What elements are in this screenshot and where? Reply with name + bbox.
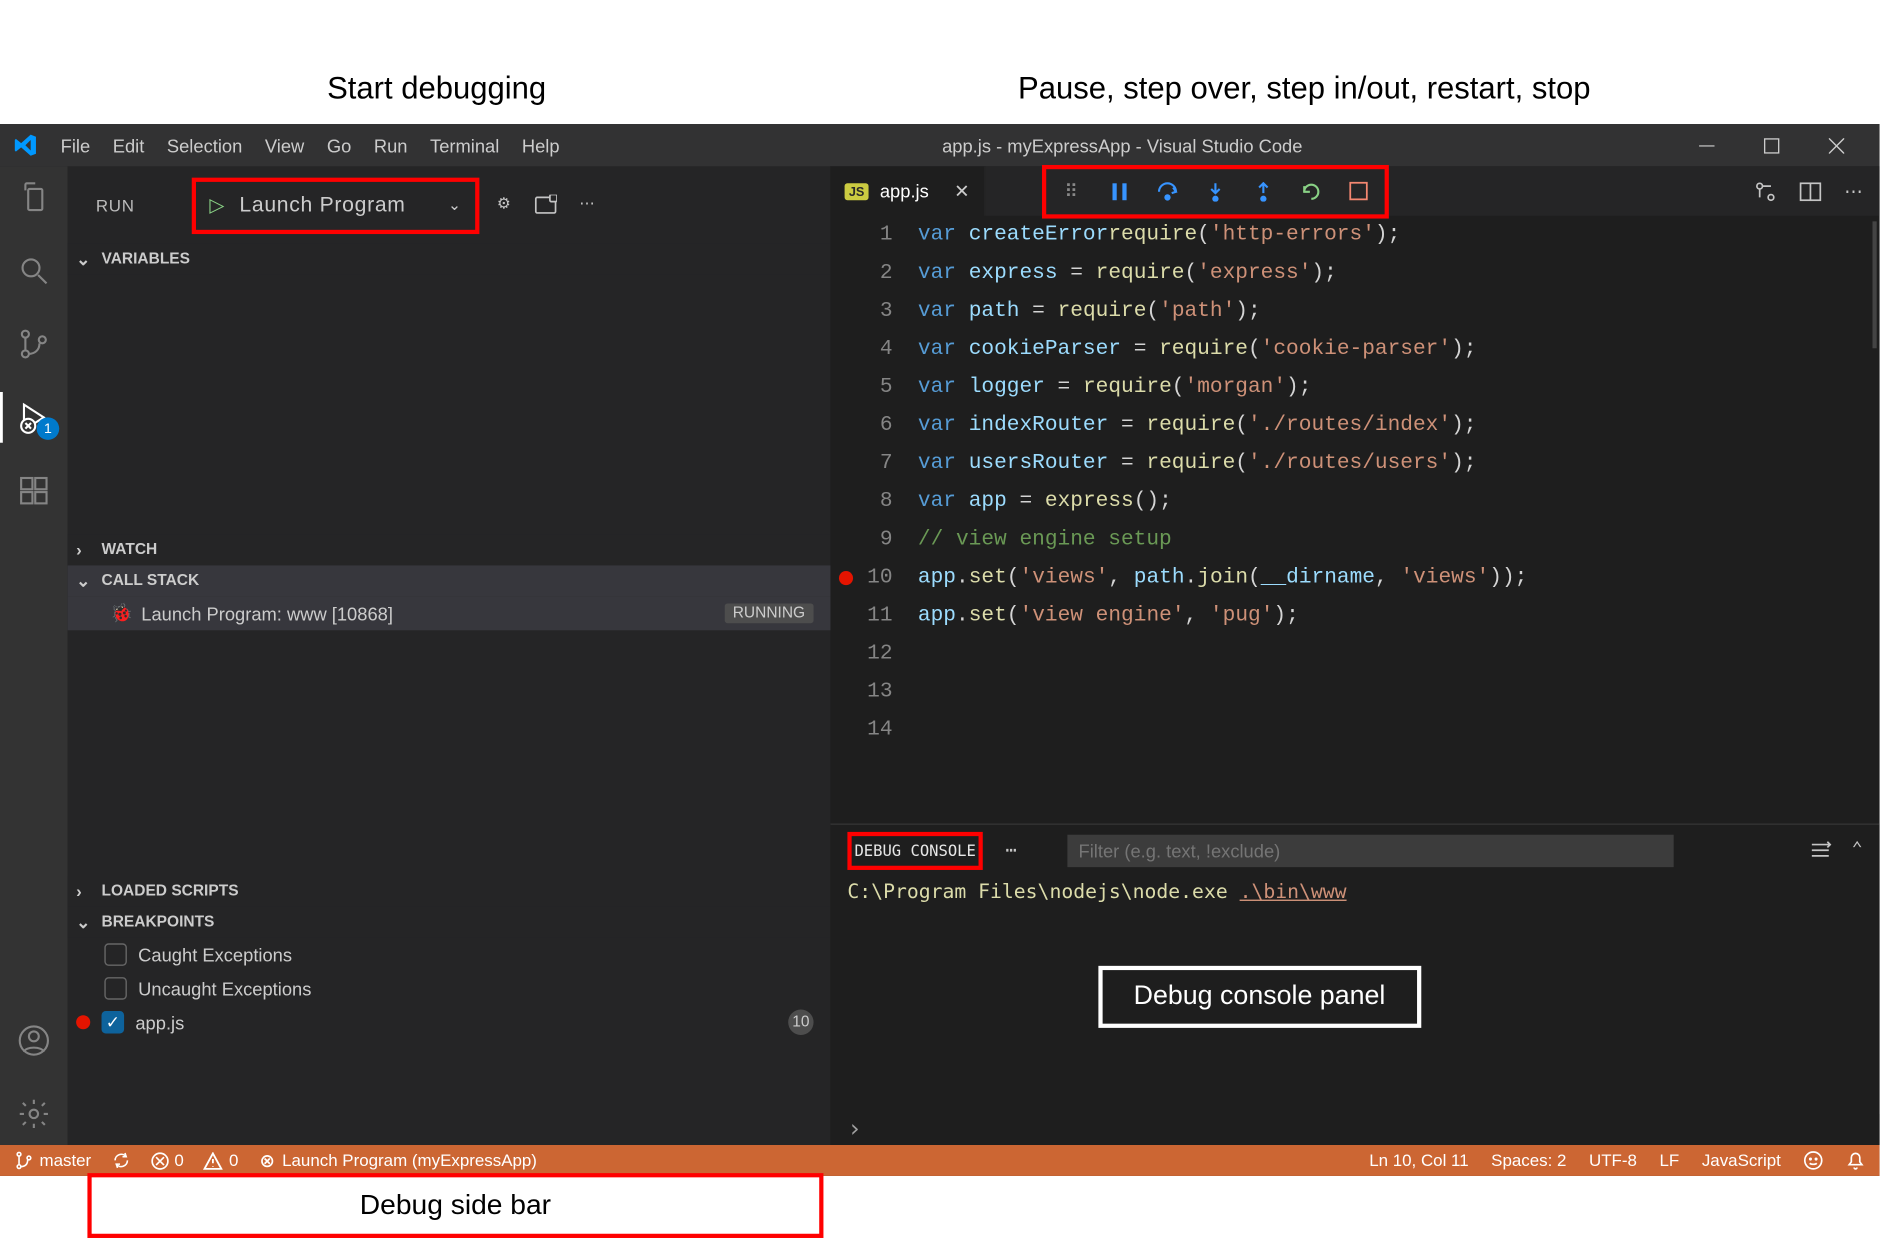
debug-console-icon[interactable] [534, 194, 557, 217]
sidebar-title: RUN [96, 195, 135, 215]
status-sync[interactable] [111, 1151, 131, 1171]
callstack-status: RUNNING [724, 603, 813, 623]
pause-icon[interactable] [1108, 180, 1131, 203]
tab-appjs[interactable]: JS app.js ✕ [830, 166, 985, 215]
clear-console-icon[interactable] [1809, 839, 1832, 862]
debug-badge: 1 [37, 417, 60, 440]
debug-console-panel: DEBUG CONSOLE ⋯ ⌃ C:\Program Files\nodej… [830, 823, 1879, 1144]
checkbox-checked-icon[interactable]: ✓ [102, 1011, 125, 1034]
menu-file[interactable]: File [49, 135, 101, 156]
debug-toolbar: ⠿ [1041, 164, 1388, 218]
bug-icon: 🐞 [110, 602, 133, 625]
menu-run[interactable]: Run [363, 135, 419, 156]
stop-icon[interactable] [1347, 180, 1370, 203]
run-sidebar: RUN ▷ Launch Program ⌄ ⚙ ⋯ ⌄VARIABLES ›W… [68, 166, 831, 1145]
status-line-col[interactable]: Ln 10, Col 11 [1369, 1151, 1468, 1171]
breakpoint-dot-icon[interactable] [839, 571, 853, 585]
launch-config-selector[interactable]: ▷ Launch Program ⌄ [191, 177, 480, 233]
statusbar: master 0 0 Launch Program (myExpressApp)… [0, 1145, 1880, 1176]
collapse-panel-icon[interactable]: ⌃ [1852, 839, 1863, 862]
status-branch[interactable]: master [14, 1151, 91, 1171]
split-editor-icon[interactable] [1799, 180, 1822, 203]
vscode-logo-icon [0, 133, 49, 158]
more-actions-icon[interactable]: ⋯ [1844, 180, 1862, 203]
breadcrumb-caret[interactable]: › [830, 1114, 1879, 1145]
more-icon[interactable]: ⋯ [579, 194, 595, 217]
menu-selection[interactable]: Selection [156, 135, 254, 156]
annotation-box-debug-sidebar: Debug side bar [87, 1173, 823, 1238]
menu-edit[interactable]: Edit [101, 135, 155, 156]
activity-bar: 1 [0, 166, 68, 1145]
js-file-icon: JS [845, 183, 869, 200]
bp-line-badge: 10 [788, 1010, 813, 1035]
minimize-button[interactable] [1674, 124, 1739, 166]
menu-terminal[interactable]: Terminal [419, 135, 511, 156]
status-lang[interactable]: JavaScript [1702, 1151, 1781, 1171]
panel-tab-debug-console[interactable]: DEBUG CONSOLE [847, 831, 982, 869]
section-watch[interactable]: ›WATCH [68, 534, 831, 565]
code-editor[interactable]: 1234567891011121314 var createErrorrequi… [830, 216, 1879, 824]
source-control-icon[interactable] [14, 324, 53, 363]
annotation-debug-console: Debug console panel [1098, 966, 1420, 1028]
titlebar: FileEditSelectionViewGoRunTerminalHelp a… [0, 124, 1880, 166]
close-button[interactable] [1803, 124, 1868, 166]
more-panels-icon[interactable]: ⋯ [1005, 840, 1016, 861]
explorer-icon[interactable] [14, 178, 53, 217]
extensions-icon[interactable] [14, 471, 53, 510]
account-icon[interactable] [14, 1021, 53, 1060]
checkbox-icon[interactable] [104, 977, 127, 1000]
play-icon: ▷ [209, 193, 225, 217]
maximize-button[interactable] [1739, 124, 1804, 166]
console-link[interactable]: .\bin\www [1240, 881, 1347, 904]
section-breakpoints[interactable]: ⌄BREAKPOINTS [68, 907, 831, 938]
chevron-down-icon: ⌄ [448, 196, 462, 214]
callstack-item[interactable]: 🐞 Launch Program: www [10868] RUNNING [68, 596, 831, 630]
checkbox-icon[interactable] [104, 943, 127, 966]
search-icon[interactable] [14, 251, 53, 290]
section-variables[interactable]: ⌄VARIABLES [68, 244, 831, 275]
status-eol[interactable]: LF [1660, 1151, 1680, 1171]
step-over-icon[interactable] [1156, 180, 1179, 203]
step-out-icon[interactable] [1252, 180, 1275, 203]
status-encoding[interactable]: UTF-8 [1589, 1151, 1637, 1171]
compare-changes-icon[interactable] [1754, 180, 1777, 203]
gear-icon[interactable]: ⚙ [497, 194, 512, 217]
run-debug-icon[interactable]: 1 [14, 398, 53, 437]
annotation-debug-toolbar: Pause, step over, step in/out, restart, … [1018, 71, 1590, 108]
menu-view[interactable]: View [254, 135, 316, 156]
drag-handle-icon[interactable]: ⠿ [1060, 180, 1083, 203]
restart-icon[interactable] [1299, 180, 1322, 203]
status-debug-target[interactable]: Launch Program (myExpressApp) [258, 1151, 537, 1171]
minimap-slider[interactable] [1872, 221, 1876, 348]
editor-area: JS app.js ✕ ⠿ ⋯ [830, 166, 1879, 1145]
vscode-window: FileEditSelectionViewGoRunTerminalHelp a… [0, 124, 1880, 1176]
section-loaded-scripts[interactable]: ›LOADED SCRIPTS [68, 876, 831, 907]
console-output: C:\Program Files\nodejs\node.exe .\bin\w… [830, 876, 1879, 910]
close-tab-icon[interactable]: ✕ [954, 180, 969, 203]
status-warnings[interactable]: 0 [204, 1151, 239, 1171]
status-errors[interactable]: 0 [150, 1151, 183, 1171]
bp-caught[interactable]: Caught Exceptions [68, 938, 831, 972]
status-feedback-icon[interactable] [1803, 1151, 1823, 1171]
panel-filter-input[interactable] [1067, 834, 1673, 866]
bp-uncaught[interactable]: Uncaught Exceptions [68, 971, 831, 1005]
launch-config-label: Launch Program [239, 193, 405, 217]
breakpoint-dot-icon [76, 1015, 90, 1029]
bp-file[interactable]: ✓ app.js 10 [68, 1005, 831, 1039]
menu-go[interactable]: Go [316, 135, 363, 156]
annotation-start-debugging: Start debugging [327, 71, 546, 108]
window-title: app.js - myExpressApp - Visual Studio Co… [571, 135, 1674, 156]
status-spaces[interactable]: Spaces: 2 [1491, 1151, 1566, 1171]
step-into-icon[interactable] [1204, 180, 1227, 203]
menu-help[interactable]: Help [511, 135, 571, 156]
status-bell-icon[interactable] [1846, 1151, 1866, 1171]
settings-gear-icon[interactable] [14, 1094, 53, 1133]
section-callstack[interactable]: ⌄CALL STACK [68, 565, 831, 596]
